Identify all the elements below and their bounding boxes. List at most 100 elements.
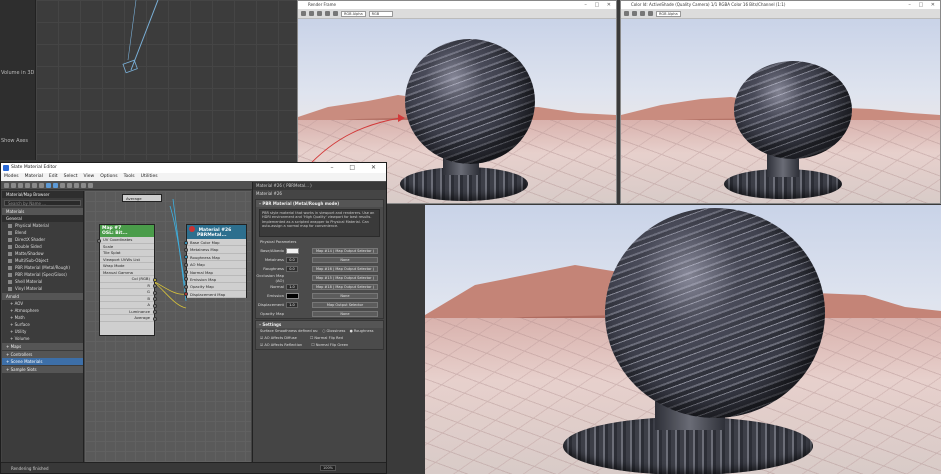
map-slot-button[interactable]: Map #18 ( Map Output Selector ) bbox=[312, 283, 378, 290]
material-name-field[interactable]: Material #26 bbox=[253, 190, 386, 198]
browser-item[interactable]: Matte/Shadow bbox=[2, 250, 83, 257]
output-port-icon[interactable] bbox=[153, 284, 157, 288]
browser-item[interactable]: + Controllers bbox=[2, 351, 83, 358]
average-node[interactable]: Average bbox=[122, 194, 162, 202]
move-children-icon[interactable] bbox=[39, 182, 44, 188]
map-slot-button[interactable]: Map #14 ( Map Output Selector ) bbox=[312, 247, 378, 254]
browser-search-input[interactable]: Search by Name ... bbox=[4, 200, 81, 206]
param-spinner[interactable]: 0.0 bbox=[286, 265, 298, 272]
osl-map-node[interactable]: Map #7 OSL: Bit... UV Coordinates Scale Ti… bbox=[97, 224, 157, 336]
pick-material-icon[interactable] bbox=[11, 182, 16, 188]
input-port-icon[interactable] bbox=[184, 277, 188, 282]
node-slot[interactable]: Displacement Map bbox=[184, 291, 246, 299]
map-slot-button[interactable]: Map #16 ( Map Output Selector ) bbox=[312, 265, 378, 272]
node-slot[interactable]: Opacity Map bbox=[184, 283, 246, 291]
hide-unused-icon[interactable] bbox=[88, 182, 93, 188]
browser-item[interactable]: + Surface bbox=[2, 321, 83, 328]
browser-item[interactable]: PBR Material (Metal/Rough) bbox=[2, 264, 83, 271]
menu-material[interactable]: Material bbox=[25, 173, 43, 181]
normal-flip-green-checkbox[interactable]: ☐ Normal Flip Green bbox=[311, 343, 348, 347]
menu-tools[interactable]: Tools bbox=[124, 173, 135, 181]
input-port-icon[interactable] bbox=[184, 255, 188, 260]
select-tool-icon[interactable] bbox=[4, 182, 9, 188]
browser-item[interactable]: Vinyl Material bbox=[2, 285, 83, 292]
map-slot-button[interactable]: Map #15 ( Map Output Selector ) bbox=[312, 274, 378, 281]
browser-item[interactable]: + AOV bbox=[2, 300, 83, 307]
browser-item[interactable]: Double Sided bbox=[2, 243, 83, 250]
node-slot[interactable]: Emission Map bbox=[184, 276, 246, 284]
menu-view[interactable]: View bbox=[84, 173, 95, 181]
ao-affects-reflection-checkbox[interactable]: ☑ AO Affects Reflection bbox=[260, 343, 302, 347]
show-background-icon[interactable] bbox=[53, 182, 58, 188]
material-node[interactable]: Material #26 PBRMetal... Base Color Map M… bbox=[184, 224, 247, 299]
layout-children-icon[interactable] bbox=[67, 182, 72, 188]
node-slot[interactable]: Average bbox=[100, 315, 157, 322]
browser-item[interactable]: + Atmosphere bbox=[2, 307, 83, 314]
output-port-icon[interactable] bbox=[153, 310, 157, 314]
node-slot[interactable]: Base Color Map bbox=[184, 239, 246, 247]
map-slot-button[interactable]: None bbox=[312, 256, 378, 263]
browser-item[interactable]: DirectX Shader bbox=[2, 236, 83, 243]
input-port-icon[interactable] bbox=[184, 284, 188, 289]
glossiness-radio[interactable]: ○ Glossiness bbox=[322, 329, 345, 333]
browser-item[interactable]: + Sample Slots bbox=[2, 366, 83, 373]
menu-modes[interactable]: Modes bbox=[4, 173, 19, 181]
assign-material-icon[interactable] bbox=[25, 182, 30, 188]
color-swatch[interactable] bbox=[286, 292, 299, 299]
menu-options[interactable]: Options bbox=[100, 173, 117, 181]
settings-rollout-header[interactable]: – Settings bbox=[256, 321, 383, 328]
input-port-icon[interactable] bbox=[97, 238, 101, 243]
browser-item[interactable]: Materials bbox=[2, 208, 83, 215]
roughness-radio[interactable]: ● Roughness bbox=[350, 329, 374, 333]
pbr-rollout-header[interactable]: – PBR Material (Metal/Rough mode) bbox=[256, 200, 383, 207]
input-port-icon[interactable] bbox=[184, 240, 188, 245]
ao-affects-diffuse-checkbox[interactable]: ☑ AO Affects Diffuse bbox=[260, 336, 297, 340]
node-slot[interactable]: AO Map bbox=[184, 261, 246, 269]
map-slot-button[interactable]: None bbox=[312, 310, 378, 317]
browser-item[interactable]: Multi/Sub-Object bbox=[2, 257, 83, 264]
menu-select[interactable]: Select bbox=[64, 173, 78, 181]
menu-utilities[interactable]: Utilities bbox=[141, 173, 158, 181]
browser-item[interactable]: General bbox=[2, 215, 83, 222]
browser-item[interactable]: + Scene Materials bbox=[2, 358, 83, 365]
node-slot[interactable]: Roughness Map bbox=[184, 254, 246, 262]
output-port-icon[interactable] bbox=[153, 297, 157, 301]
output-port-icon[interactable] bbox=[153, 277, 157, 282]
browser-item[interactable]: Arnold bbox=[2, 293, 83, 300]
input-port-icon[interactable] bbox=[184, 247, 188, 252]
output-port-icon[interactable] bbox=[153, 316, 157, 321]
layout-all-icon[interactable] bbox=[60, 182, 65, 188]
node-slot[interactable]: Metalness Map bbox=[184, 246, 246, 254]
param-spinner[interactable]: 0.0 bbox=[286, 256, 298, 263]
output-port-icon[interactable] bbox=[153, 290, 157, 295]
input-port-icon[interactable] bbox=[184, 270, 188, 275]
parameter-editor-icon[interactable] bbox=[74, 182, 79, 188]
param-spinner[interactable]: 1.0 bbox=[286, 283, 298, 290]
show-map-icon[interactable] bbox=[46, 182, 51, 188]
node-slot[interactable]: Normal Map bbox=[184, 269, 246, 276]
put-to-scene-icon[interactable] bbox=[18, 182, 23, 188]
input-port-icon[interactable] bbox=[184, 262, 188, 267]
window-controls[interactable]: – □ ✕ bbox=[330, 163, 383, 173]
menu-edit[interactable]: Edit bbox=[49, 173, 58, 181]
zoom-field[interactable]: 100% bbox=[320, 465, 336, 471]
browser-item[interactable]: + Utility bbox=[2, 328, 83, 335]
select-by-material-icon[interactable] bbox=[81, 182, 86, 188]
browser-item[interactable]: + Maps bbox=[2, 343, 83, 350]
browser-item[interactable]: + Math bbox=[2, 314, 83, 321]
browser-item[interactable]: Blend bbox=[2, 229, 83, 236]
normal-flip-red-checkbox[interactable]: ☐ Normal Flip Red bbox=[310, 336, 343, 340]
browser-item[interactable]: + Volume bbox=[2, 335, 83, 342]
node-view[interactable]: Average Map #7 OSL: Bit... UV Coordinate… bbox=[85, 191, 251, 462]
browser-item[interactable]: PBR Material (Spec/Gloss) bbox=[2, 271, 83, 278]
map-slot-button[interactable]: Map Output Selector bbox=[312, 301, 378, 308]
browser-item[interactable]: Physical Material bbox=[2, 222, 83, 229]
color-swatch[interactable] bbox=[286, 247, 299, 254]
output-port-icon[interactable] bbox=[153, 303, 157, 308]
param-spinner[interactable]: 1.0 bbox=[286, 301, 298, 308]
input-port-icon[interactable] bbox=[184, 292, 188, 297]
delete-icon[interactable] bbox=[32, 182, 37, 188]
slate-material-editor[interactable]: Slate Material Editor – □ ✕ Modes Materi… bbox=[0, 162, 387, 474]
browser-item[interactable]: Shell Material bbox=[2, 278, 83, 285]
map-slot-button[interactable]: None bbox=[312, 292, 378, 299]
